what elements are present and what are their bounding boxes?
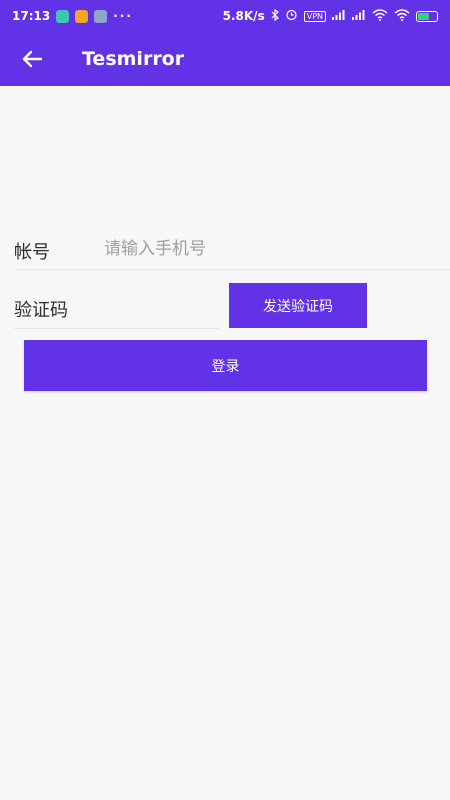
message-icon <box>75 9 89 23</box>
alarm-icon <box>285 8 298 24</box>
signal-icon <box>352 9 366 23</box>
wifi-icon <box>372 8 388 24</box>
verification-code-input[interactable] <box>104 290 214 324</box>
status-bar-right: 5.8K/s VPN <box>223 8 438 24</box>
verification-code-label: 验证码 <box>14 300 68 321</box>
more-notifications-indicator: ··· <box>113 9 133 23</box>
login-form: 帐号 验证码 发送验证码 登录 <box>0 86 450 800</box>
app-bar: Tesmirror <box>0 32 450 86</box>
network-speed: 5.8K/s <box>222 9 265 23</box>
status-time: 17:13 <box>12 9 51 23</box>
back-button[interactable] <box>0 32 64 86</box>
status-bar-left: 17:13 ··· <box>12 9 133 23</box>
battery-level <box>418 12 429 20</box>
battery-icon <box>416 10 438 22</box>
send-code-button[interactable]: 发送验证码 <box>229 283 367 328</box>
wifi-icon <box>394 8 410 24</box>
telegram-icon <box>94 9 108 23</box>
divider <box>14 269 450 270</box>
app-notification-icon <box>56 9 70 23</box>
page-title: Tesmirror <box>82 48 185 70</box>
vpn-badge: VPN <box>303 10 326 22</box>
status-bar: 17:13 ··· 5.8K/s VPN <box>0 0 450 32</box>
phone-input[interactable] <box>104 232 434 266</box>
bluetooth-icon <box>271 8 279 24</box>
login-button[interactable]: 登录 <box>24 340 427 391</box>
arrow-left-icon <box>22 50 43 68</box>
divider <box>14 328 220 329</box>
signal-icon <box>332 9 346 23</box>
account-label: 帐号 <box>14 242 50 263</box>
